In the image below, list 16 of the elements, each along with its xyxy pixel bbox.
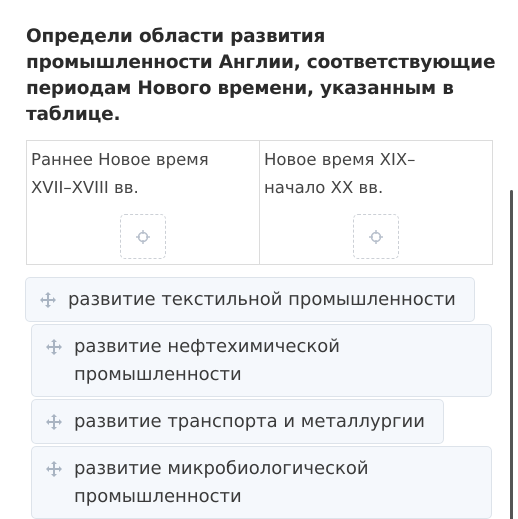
move-icon [40, 292, 56, 308]
question-text: Определи области развития промышленности Англии, соответствующие периодам Нового времени, указанным в таблице. [26, 25, 496, 127]
target-icon [136, 230, 150, 244]
move-icon [46, 414, 62, 430]
column-heading: Новое время XIX–начало XX вв. [264, 149, 416, 199]
drop-zone[interactable] [120, 214, 166, 259]
scrollbar[interactable] [510, 190, 513, 519]
move-icon [46, 461, 62, 477]
draggable-card[interactable]: развитие микробиологической промышленности [31, 446, 492, 519]
target-icon [369, 230, 383, 244]
draggable-card[interactable]: развитие нефтехимической промышленности [31, 324, 492, 397]
move-icon [46, 339, 62, 355]
drop-zone[interactable] [353, 214, 399, 259]
column-heading: Раннее Новое время XVII–XVIII вв. [31, 149, 210, 199]
draggable-card[interactable]: развитие текстильной промышленности [25, 277, 475, 322]
draggable-card[interactable]: развитие транспорта и металлургии [31, 399, 444, 444]
